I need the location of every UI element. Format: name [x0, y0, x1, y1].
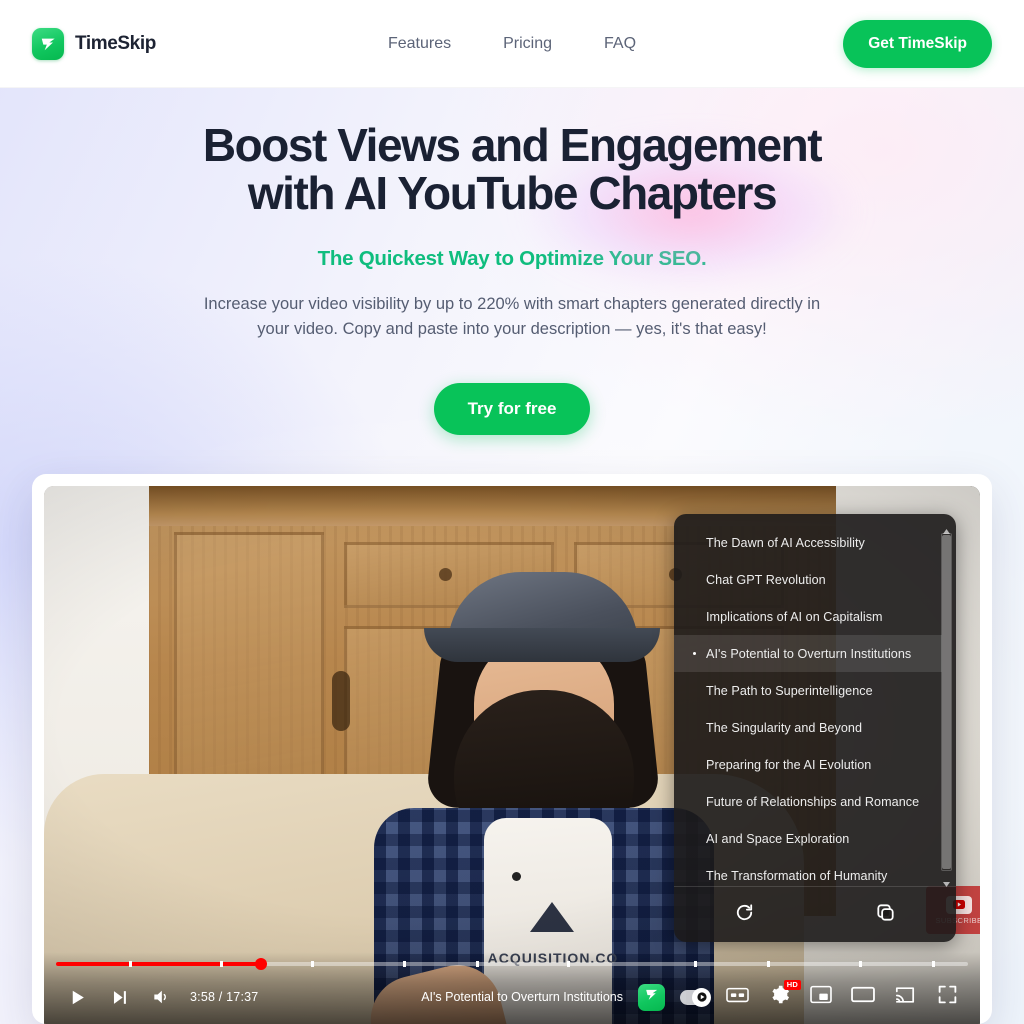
brand-logo[interactable]: TimeSkip [32, 27, 156, 60]
chapter-marker [220, 961, 224, 967]
player-controls: 3:58 / 17:37 AI's Potential to Overturn … [44, 952, 980, 1024]
chapter-marker [128, 961, 132, 967]
quality-badge: HD [783, 980, 801, 991]
chapter-label: AI's Potential to Overturn Institutions [706, 646, 912, 661]
chapter-item[interactable]: The Path to Superintelligence [674, 672, 942, 709]
nav-link-features[interactable]: Features [386, 29, 453, 59]
chapter-marker [475, 961, 479, 967]
hero-description-line-1: Increase your video visibility by up to … [203, 295, 821, 314]
chapter-label: Preparing for the AI Evolution [706, 757, 872, 772]
chapter-label: The Transformation of Humanity [706, 868, 888, 883]
chapter-active-dot-icon [693, 652, 696, 655]
autoplay-toggle-icon [680, 987, 711, 1007]
refresh-icon [733, 901, 756, 929]
brand-name: TimeSkip [75, 32, 156, 54]
chapter-label: The Singularity and Beyond [706, 720, 863, 735]
fullscreen-icon [937, 984, 958, 1010]
chapter-label: Chat GPT Revolution [706, 572, 826, 587]
hero-description-line-2: your video. Copy and paste into your des… [257, 320, 767, 339]
regenerate-chapters-button[interactable] [674, 887, 815, 942]
cast-button[interactable] [884, 976, 926, 1018]
chapter-item[interactable]: AI and Space Exploration [674, 820, 942, 857]
scroll-up-arrow-icon[interactable] [942, 522, 951, 534]
time-display: 3:58 / 17:37 [190, 990, 259, 1004]
chapter-label: Implications of AI on Capitalism [706, 609, 883, 624]
chapter-item[interactable]: Preparing for the AI Evolution [674, 746, 942, 783]
headline-wrap: Boost Views and Engagement with AI YouTu… [0, 88, 1024, 286]
chapter-item[interactable]: The Dawn of AI Accessibility [674, 524, 942, 561]
scrollbar-thumb[interactable] [942, 535, 951, 869]
hero-section: Boost Views and Engagement with AI YouTu… [0, 88, 1024, 435]
chapter-marker [767, 961, 771, 967]
chapter-item[interactable]: AI's Potential to Overturn Institutions [674, 635, 942, 672]
chapter-label: AI and Space Exploration [706, 831, 850, 846]
chapter-item[interactable]: Future of Relationships and Romance [674, 783, 942, 820]
hero-description: Increase your video visibility by up to … [132, 292, 892, 342]
video-player-card: ACQUISITION.CO SUBSCRIBE The Dawn of AI … [32, 474, 992, 1024]
settings-button[interactable]: HD [758, 976, 801, 1018]
theater-button[interactable] [842, 976, 884, 1018]
get-timeskip-button[interactable]: Get TimeSkip [843, 20, 992, 68]
chapter-marker [694, 961, 698, 967]
fullscreen-button[interactable] [926, 976, 968, 1018]
video-player[interactable]: ACQUISITION.CO SUBSCRIBE The Dawn of AI … [44, 486, 980, 1024]
copy-icon [874, 901, 897, 929]
chapter-label: The Dawn of AI Accessibility [706, 535, 865, 550]
chapters-list: The Dawn of AI Accessibility Chat GPT Rev… [674, 524, 942, 884]
play-button[interactable] [56, 976, 98, 1018]
chapters-actions [674, 886, 956, 942]
chapter-item[interactable]: Implications of AI on Capitalism [674, 598, 942, 635]
progress-fill [56, 962, 262, 966]
miniplayer-icon [810, 985, 832, 1009]
nav-link-pricing[interactable]: Pricing [501, 29, 554, 59]
chapter-marker [931, 961, 935, 967]
miniplayer-button[interactable] [800, 976, 842, 1018]
chapter-item[interactable]: The Singularity and Beyond [674, 709, 942, 746]
closed-captions-icon [725, 986, 749, 1009]
current-chapter-title: AI's Potential to Overturn Institutions [421, 990, 623, 1004]
autoplay-knob [692, 987, 711, 1007]
scroll-down-arrow-icon[interactable] [942, 875, 951, 887]
captions-button[interactable] [716, 976, 758, 1018]
chapters-panel: The Dawn of AI Accessibility Chat GPT Rev… [674, 514, 956, 942]
subheadline: The Quickest Way to Optimize Your SEO. [317, 247, 707, 271]
timeskip-bolt-icon [32, 27, 64, 60]
chapter-marker [566, 961, 570, 967]
volume-button[interactable] [140, 976, 182, 1018]
cast-icon [894, 985, 916, 1010]
theater-mode-icon [851, 985, 875, 1009]
chapter-marker [311, 961, 315, 967]
chapter-label: The Path to Superintelligence [706, 683, 873, 698]
nav-link-faq[interactable]: FAQ [602, 29, 638, 59]
try-for-free-button[interactable]: Try for free [433, 382, 591, 435]
chapter-marker [402, 961, 406, 967]
control-row: 3:58 / 17:37 AI's Potential to Overturn … [56, 974, 968, 1020]
page-title: Boost Views and Engagement with AI YouTu… [0, 121, 1024, 217]
chapter-marker [858, 961, 862, 967]
next-button[interactable] [98, 976, 140, 1018]
progress-bar[interactable] [56, 958, 968, 970]
copy-chapters-button[interactable] [815, 887, 956, 942]
chapter-label: Future of Relationships and Romance [706, 794, 920, 809]
headline-line-1: Boost Views and Engagement [202, 119, 823, 171]
timeskip-button[interactable] [638, 983, 665, 1011]
headline-line-2: with AI YouTube Chapters [247, 167, 778, 220]
site-header: TimeSkip Features Pricing FAQ Get TimeSk… [0, 0, 1024, 88]
timeskip-bolt-icon [643, 986, 660, 1008]
autoplay-toggle[interactable] [674, 976, 716, 1018]
progress-scrubber[interactable] [255, 958, 268, 970]
chapters-scrollbar[interactable] [941, 522, 952, 887]
chapter-item[interactable]: Chat GPT Revolution [674, 561, 942, 598]
